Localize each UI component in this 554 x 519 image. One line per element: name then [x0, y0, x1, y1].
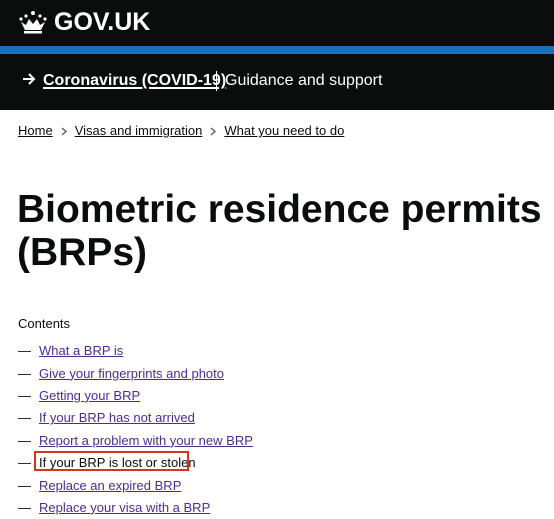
- breadcrumb-visas-and-immigration[interactable]: Visas and immigration: [75, 123, 203, 139]
- contents-dash: —: [18, 499, 31, 515]
- header-accent-bar: [0, 46, 554, 54]
- contents-dash: —: [18, 410, 31, 426]
- govuk-home-link[interactable]: GOV.UK: [18, 8, 150, 36]
- arrow-right-icon: [23, 73, 36, 85]
- contents-item: — Replace your visa with a BRP: [18, 497, 253, 519]
- contents-link-replace-expired-brp[interactable]: Replace an expired BRP: [39, 478, 181, 494]
- contents-link-fingerprints-and-photo[interactable]: Give your fingerprints and photo: [39, 366, 224, 382]
- breadcrumb-home[interactable]: Home: [18, 123, 53, 139]
- contents-link-replace-visa-with-brp[interactable]: Replace your visa with a BRP: [39, 500, 210, 516]
- covid-link[interactable]: Coronavirus (COVID-19): [43, 71, 226, 91]
- banner-support-text: Guidance and support: [225, 72, 383, 89]
- contents-item: — Report a problem with your new BRP: [18, 430, 253, 452]
- govuk-logo-text: GOV.UK: [54, 8, 151, 36]
- breadcrumb: Home Visas and immigration What you need…: [18, 123, 344, 139]
- covid-banner: Coronavirus (COVID-19) Guidance and supp…: [0, 54, 554, 110]
- contents-item: — Replace an expired BRP: [18, 474, 253, 496]
- contents-dash: —: [18, 477, 31, 493]
- highlight-box: [34, 451, 189, 471]
- contents-item: — If your BRP has not arrived: [18, 407, 253, 429]
- site-header: GOV.UK: [0, 0, 554, 46]
- contents-link-brp-not-arrived[interactable]: If your BRP has not arrived: [39, 410, 195, 426]
- chevron-right-icon: [210, 127, 217, 135]
- contents-dash: —: [18, 343, 31, 359]
- chevron-right-icon: [61, 127, 67, 135]
- contents-link-what-a-brp-is[interactable]: What a BRP is: [39, 343, 123, 359]
- contents-dash: —: [18, 387, 31, 403]
- breadcrumb-what-you-need-to-do[interactable]: What you need to do: [224, 123, 344, 139]
- crown-icon: [19, 11, 47, 34]
- contents-heading: Contents: [18, 316, 71, 331]
- page-title: Biometric residence permits (BRPs): [17, 188, 542, 274]
- contents-item: — Getting your BRP: [18, 385, 253, 407]
- contents-link-report-a-problem[interactable]: Report a problem with your new BRP: [39, 433, 253, 449]
- contents-dash: —: [18, 432, 31, 448]
- contents-item: — What a BRP is: [18, 340, 253, 362]
- contents-link-getting-your-brp[interactable]: Getting your BRP: [39, 388, 140, 404]
- contents-dash: —: [18, 365, 31, 381]
- contents-list: — What a BRP is — Give your fingerprints…: [18, 340, 253, 519]
- banner-divider: [216, 71, 217, 91]
- contents-item: — Give your fingerprints and photo: [18, 362, 253, 384]
